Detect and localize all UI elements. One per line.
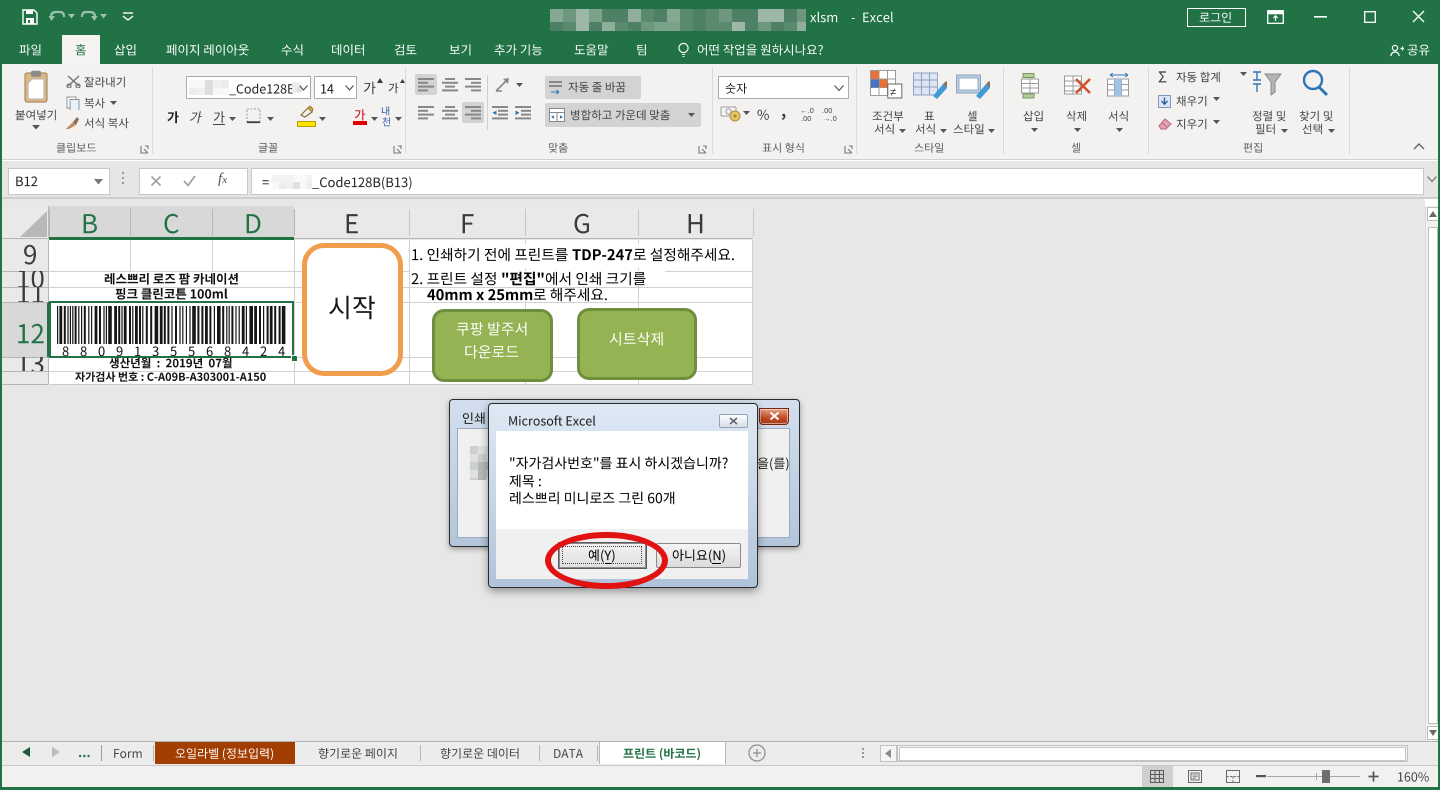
- svg-text:→.0: →.0: [823, 114, 837, 121]
- svg-text:≠: ≠: [890, 87, 896, 99]
- svg-text:.00: .00: [801, 114, 811, 121]
